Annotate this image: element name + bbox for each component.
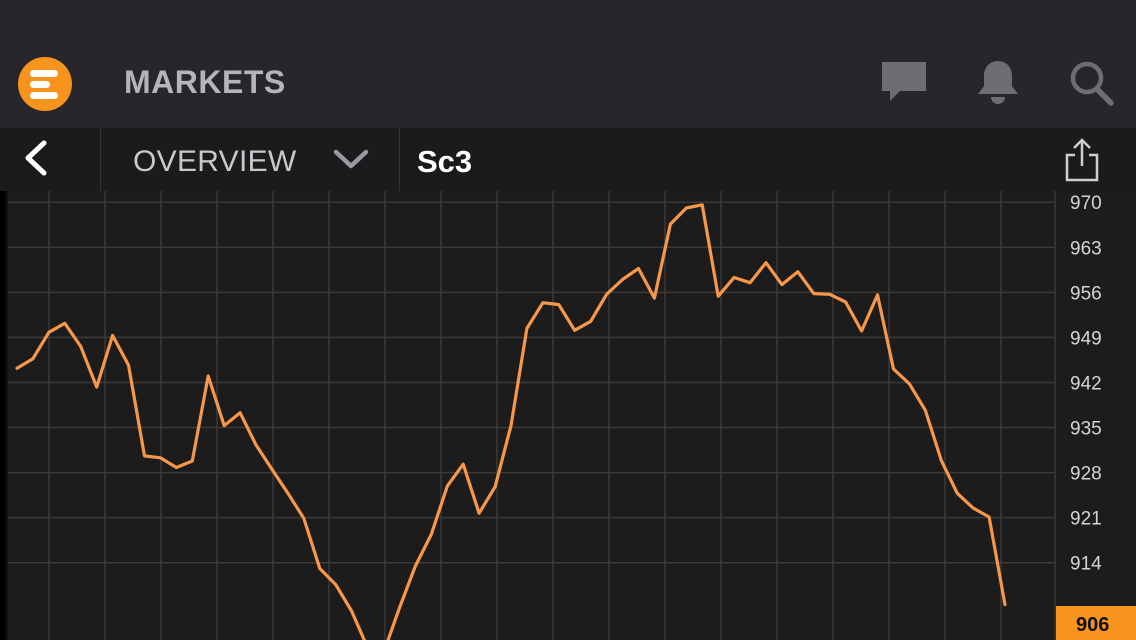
notifications-button[interactable] — [975, 58, 1021, 111]
y-tick-label: 956 — [1070, 283, 1102, 304]
y-tick-label: 942 — [1070, 373, 1102, 394]
view-selector-dropdown[interactable]: OVERVIEW — [101, 128, 399, 191]
y-tick-label: 963 — [1070, 238, 1102, 259]
share-button[interactable] — [1062, 136, 1102, 184]
chevron-left-icon — [25, 140, 47, 176]
search-icon — [1070, 61, 1114, 106]
y-tick-label: 970 — [1070, 193, 1102, 214]
y-tick-label: 921 — [1070, 509, 1102, 530]
y-tick-label: 935 — [1070, 419, 1102, 440]
app-screen: MARKETS OVERVIEW Sc3 970 963 956 949 942… — [0, 0, 1136, 640]
app-title: MARKETS — [124, 64, 286, 100]
bell-icon — [978, 61, 1018, 104]
back-button[interactable] — [0, 128, 100, 191]
chevron-down-icon — [333, 149, 369, 169]
instrument-title: Sc3 — [417, 144, 473, 179]
plot-background — [6, 191, 1055, 640]
price-chart-canvas[interactable]: 970 963 956 949 942 935 928 921 914 906 — [0, 191, 1136, 640]
y-tick-label: 914 — [1070, 554, 1102, 575]
sub-navigation-bar: OVERVIEW Sc3 — [0, 128, 1136, 191]
chat-button[interactable] — [879, 58, 929, 109]
view-selector-label: OVERVIEW — [133, 145, 297, 178]
y-tick-label: 949 — [1070, 328, 1102, 349]
y-tick-label: 928 — [1070, 464, 1102, 485]
share-icon — [1065, 138, 1099, 182]
menu-logo-button[interactable] — [18, 57, 72, 111]
chat-icon — [882, 62, 926, 101]
last-price-label: 906 — [1076, 614, 1109, 636]
price-chart[interactable]: 970 963 956 949 942 935 928 921 914 906 — [0, 191, 1136, 640]
top-app-bar: MARKETS — [0, 0, 1136, 128]
search-button[interactable] — [1068, 58, 1116, 111]
